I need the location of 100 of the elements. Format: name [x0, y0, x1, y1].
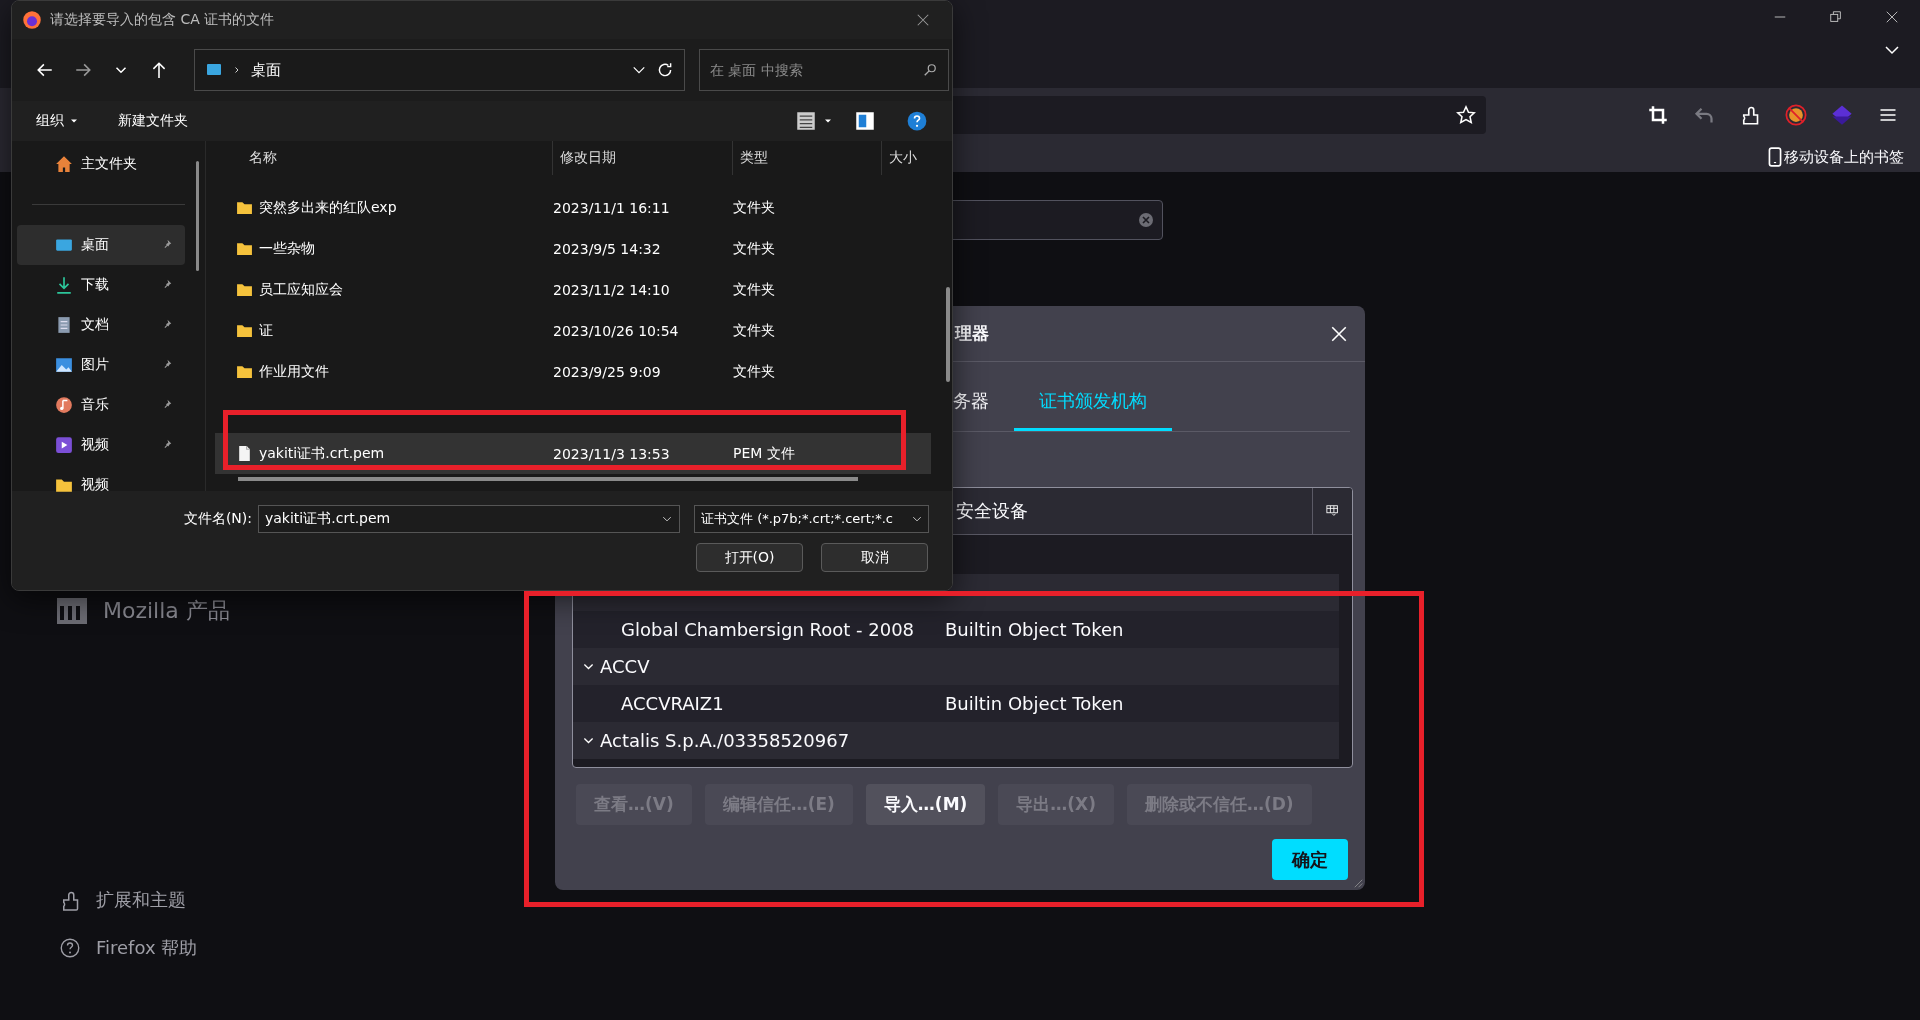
- sidebar-link[interactable]: Mozilla 产品: [103, 596, 230, 626]
- date-cell-text: 2023/11/2 14:10: [552, 281, 671, 298]
- file-name: 作业用文件: [259, 362, 329, 381]
- desktop-icon: [55, 236, 73, 254]
- chevron-down-icon: [912, 514, 922, 524]
- certificate-name[interactable]: Global Chambersign Root - 2008: [573, 619, 945, 640]
- navigation-item[interactable]: 视频: [17, 465, 185, 505]
- date-cell-text: 2023/11/3 13:53: [552, 445, 671, 462]
- window-title: 理器: [955, 322, 990, 345]
- type-cell-text: PEM 文件: [732, 444, 796, 463]
- tab[interactable]: 务器: [953, 374, 1014, 431]
- folder-icon: [236, 281, 253, 298]
- navigation-item[interactable]: 下载: [17, 265, 185, 305]
- column-header[interactable]: 名称: [249, 149, 277, 167]
- type-cell-text: 文件夹: [732, 362, 776, 381]
- chevron-right-icon: [233, 65, 241, 75]
- action-button[interactable]: 导入…(M): [865, 784, 986, 825]
- file-name-field[interactable]: yakiti证书.crt.pem: [258, 505, 680, 533]
- help-icon: [60, 938, 80, 958]
- column-header[interactable]: 类型: [740, 149, 768, 167]
- window-title: 请选择要导入的包含 CA 证书的文件: [50, 11, 276, 29]
- file-type-dropdown[interactable]: 证书文件 (*.p7b;*.crt;*.cert;*.c: [694, 505, 929, 533]
- blocked-circle-icon: [1785, 104, 1807, 126]
- up-arrow-icon: [150, 61, 168, 79]
- search-icon: [923, 63, 937, 77]
- file-name: 员工应知应会: [259, 280, 343, 299]
- close-icon: [916, 13, 930, 27]
- tab[interactable]: 证书颁发机构: [1014, 374, 1172, 431]
- restore-icon: [1829, 10, 1843, 24]
- scrollbar[interactable]: [196, 161, 199, 271]
- chevron-down-icon: [583, 661, 594, 672]
- phone-icon: [1768, 147, 1782, 167]
- search-field[interactable]: 在 桌面 中搜索: [699, 49, 949, 91]
- file-name: 突然多出来的红队exp: [259, 198, 397, 217]
- caret-icon: [70, 117, 78, 125]
- navigation-item[interactable]: 主文件夹: [17, 144, 185, 184]
- file-row[interactable]: 作业用文件 2023/9/25 9:09 文件夹: [215, 351, 931, 392]
- folder-icon: [236, 199, 253, 216]
- download-icon: [55, 276, 73, 294]
- star-icon: [1456, 105, 1476, 125]
- dialog-button[interactable]: 打开(O): [696, 543, 803, 572]
- type-cell-text: 文件夹: [732, 239, 776, 258]
- scrollbar[interactable]: [238, 477, 858, 481]
- close-icon: [1885, 10, 1899, 24]
- puzzle-icon: [1740, 105, 1760, 125]
- device-cell: Builtin Object Token: [945, 619, 1124, 640]
- firefox-logo-icon: [22, 10, 42, 30]
- curved-arrow-icon: [1694, 105, 1714, 125]
- navigation-item[interactable]: 图片: [17, 345, 185, 385]
- document-icon: [55, 316, 73, 334]
- sidebar-link[interactable]: 扩展和主题: [96, 888, 186, 912]
- file-name: 证: [259, 321, 273, 340]
- list-view-icon: [796, 111, 816, 131]
- type-cell-text: 文件夹: [732, 280, 776, 299]
- navigation-item[interactable]: 桌面: [17, 225, 185, 265]
- file-row[interactable]: 突然多出来的红队exp 2023/11/1 16:11 文件夹: [215, 187, 931, 228]
- file-row[interactable]: 员工应知应会 2023/11/2 14:10 文件夹: [215, 269, 931, 310]
- column-picker-icon: [1325, 504, 1340, 518]
- crop-icon: [1648, 105, 1668, 125]
- column-header[interactable]: 修改日期: [560, 149, 616, 167]
- date-cell-text: 2023/10/26 10:54: [552, 322, 680, 339]
- file-name: 一些杂物: [259, 239, 315, 258]
- address-bar[interactable]: 桌面: [194, 49, 685, 91]
- navigation-item[interactable]: 文档: [17, 305, 185, 345]
- organization-name[interactable]: ACCV: [600, 656, 650, 677]
- clear-icon: [1138, 212, 1154, 228]
- navigation-item[interactable]: 音乐: [17, 385, 185, 425]
- type-cell-text: 文件夹: [732, 198, 776, 217]
- scrollbar[interactable]: [946, 287, 950, 382]
- forward-arrow-icon: [74, 61, 92, 79]
- device-cell: Builtin Object Token: [945, 693, 1124, 714]
- ok-button[interactable]: 确定: [1272, 839, 1348, 880]
- bookmark-link[interactable]: 移动设备上的书签: [1784, 147, 1904, 167]
- column-header[interactable]: 大小: [889, 149, 917, 167]
- organization-name[interactable]: Actalis S.p.A./03358520967: [600, 730, 850, 751]
- desktop-icon: [205, 62, 223, 78]
- date-cell-text: 2023/9/25 9:09: [552, 363, 662, 380]
- caret-icon: [824, 117, 832, 125]
- command-button[interactable]: 新建文件夹: [110, 108, 196, 134]
- file-row[interactable]: 一些杂物 2023/9/5 14:32 文件夹: [215, 228, 931, 269]
- picture-icon: [55, 356, 73, 374]
- sidebar-link[interactable]: Firefox 帮助: [96, 936, 198, 960]
- breadcrumb[interactable]: 桌面: [251, 60, 622, 80]
- folder-icon: [236, 240, 253, 257]
- command-button[interactable]: 组织: [28, 108, 86, 134]
- chevron-down-icon: [583, 735, 594, 746]
- chevron-down-icon: [662, 514, 672, 524]
- file-row[interactable]: 证 2023/10/26 10:54 文件夹: [215, 310, 931, 351]
- folder-icon: [236, 363, 253, 380]
- mozilla-logo-icon: [57, 598, 87, 624]
- navigation-item[interactable]: 视频: [17, 425, 185, 465]
- refresh-icon: [656, 61, 674, 79]
- help-icon: [907, 111, 927, 131]
- date-cell-text: 2023/9/5 14:32: [552, 240, 662, 257]
- dialog-button[interactable]: 取消: [821, 543, 928, 572]
- folder-icon: [55, 476, 73, 494]
- close-icon: [1330, 324, 1348, 343]
- certificate-name[interactable]: ACCVRAIZ1: [573, 693, 945, 714]
- video-icon: [55, 436, 73, 454]
- file-name: yakiti证书.crt.pem: [259, 444, 385, 463]
